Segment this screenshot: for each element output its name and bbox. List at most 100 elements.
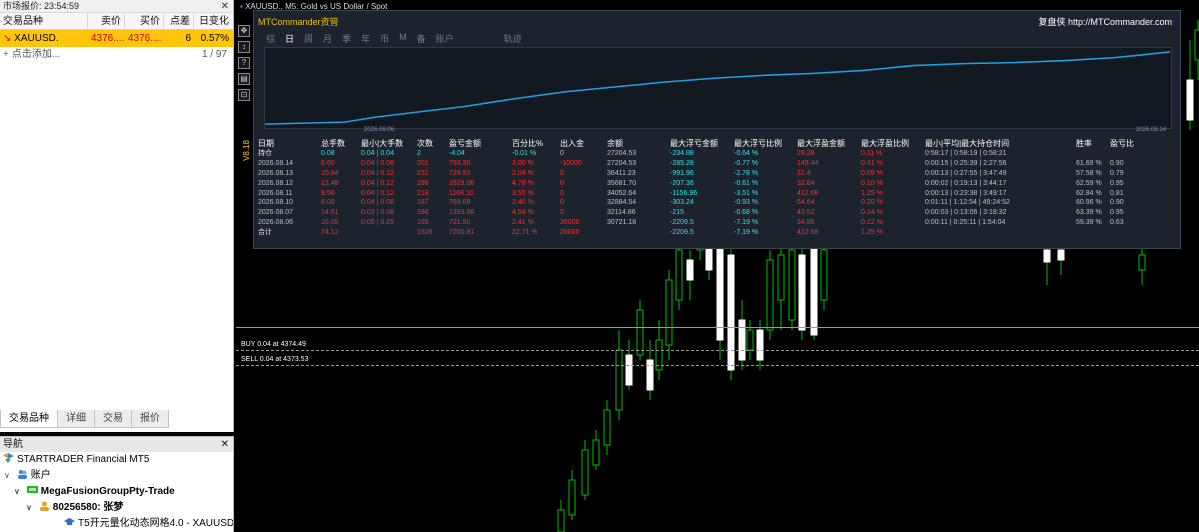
tab-trading[interactable]: 交易 — [94, 410, 132, 428]
close-icon[interactable]: ✕ — [221, 437, 229, 452]
tab-week[interactable]: 周 — [304, 32, 313, 45]
stats-row[interactable]: 2026.08.13 10.84 0.04 | 0.12 231 729.53 2.04 … — [258, 169, 1135, 179]
mtcommander-panel: MTCommander资管 复盘侠 http://MTCommander.com… — [253, 10, 1181, 249]
graduation-cap-icon — [64, 518, 75, 525]
report-icon[interactable]: ▤ — [238, 73, 250, 85]
symbol-row[interactable]: ↘ XAUUSD. 4376.... 4376.... 6 0.57% — [0, 30, 233, 47]
equity-curve-line — [265, 51, 1171, 125]
tab-account[interactable]: 账户 — [436, 32, 454, 45]
resize-icon[interactable]: ↕ — [238, 41, 250, 53]
stats-cell: 0:01:11 | 1:12:54 | 49:24:52 — [925, 199, 1010, 207]
candle-body — [557, 509, 565, 532]
col-spread[interactable]: 点差 — [164, 13, 194, 29]
nav-accounts[interactable]: ∨ 账户 — [0, 468, 233, 484]
candle-body — [665, 279, 673, 346]
market-watch-header: 交易品种 卖价 买价 点差 日变化 — [0, 13, 233, 30]
market-watch-time: 市场报价: 23:54:59 — [3, 1, 80, 11]
chart-window-icon: ▪ — [240, 2, 243, 11]
screenshot-icon[interactable]: ⊡ — [238, 89, 250, 101]
tab-day[interactable]: 日 — [285, 32, 294, 45]
stats-cell: 2 — [417, 149, 421, 157]
col-ask[interactable]: 买价 — [125, 13, 164, 29]
tab-magic[interactable]: M — [399, 32, 407, 45]
move-icon[interactable]: ✥ — [238, 25, 250, 37]
stats-cell: 1.25 % — [861, 229, 883, 237]
nav-account[interactable]: ∨ 80256580: 张梦 — [0, 500, 233, 516]
stats-row[interactable]: 2026.08.07 14.61 0.03 | 0.08 336 1393.68 4.54… — [258, 208, 1135, 218]
stats-header-cell: 盈亏比 — [1110, 139, 1134, 148]
sell-order-line[interactable] — [236, 365, 1199, 366]
stats-cell: 63.39 % — [1076, 209, 1102, 217]
candle-body — [1138, 254, 1146, 271]
stats-row[interactable]: 2026.08.12 12.48 0.04 | 0.12 286 1629.06 4.78… — [258, 179, 1135, 189]
stats-cell: -0.68 % — [734, 209, 759, 217]
tab-trace[interactable]: 轨迹 — [504, 32, 522, 45]
tab-note[interactable]: 备 — [417, 32, 426, 45]
stats-row[interactable]: 合计 74.12 1626 7200.81 22.71 % 20000 -2209.5 -7.… — [258, 228, 1135, 238]
stats-cell: 27204.53 — [607, 159, 637, 167]
help-icon[interactable]: ? — [238, 57, 250, 69]
candle-body — [716, 239, 724, 341]
stats-cell: 43.52 — [797, 209, 815, 217]
nav-broker[interactable]: STARTRADER Financial MT5 — [0, 452, 233, 468]
stats-cell: 2026.08.13 — [258, 169, 294, 177]
candle-body — [603, 409, 611, 446]
stats-header-cell: 最大浮盈金额 — [797, 139, 845, 148]
nav-server[interactable]: ∨ MegaFusionGroupPty-Trade — [0, 484, 233, 500]
stats-cell: 30000 — [560, 219, 580, 227]
stats-cell: 0.04 | 0.08 — [361, 199, 394, 207]
stats-cell: 0.95 — [1110, 179, 1124, 187]
tab-ticks[interactable]: 报价 — [131, 410, 169, 428]
stats-cell: -234.88 — [670, 149, 694, 157]
price-chart[interactable]: BUY 0.04 at 4374.49 SELL 0.04 at 4373.53… — [236, 0, 1199, 532]
panel-link[interactable]: 复盘侠 http://MTCommander.com — [1038, 15, 1172, 28]
tab-details[interactable]: 详细 — [57, 410, 95, 428]
stats-header-cell: 出入金 — [560, 139, 584, 148]
stats-cell: 1629.06 — [449, 179, 475, 187]
stats-row[interactable]: 持仓 0.08 0.04 | 0.04 2 -4.04 -0.01 % 0 27204.53 -… — [258, 149, 1135, 159]
stats-cell: -215 — [670, 209, 685, 217]
tab-month[interactable]: 月 — [323, 32, 332, 45]
stats-cell: 合计 — [258, 229, 272, 237]
tab-summary[interactable]: 综 — [266, 32, 275, 45]
nav-expert-advisor[interactable]: T5开元量化动态网格4.0 - XAUUSD — [0, 516, 233, 532]
stats-cell — [607, 228, 670, 238]
stats-cell: 0.79 — [1110, 169, 1124, 177]
col-daily-change[interactable]: 日变化 — [194, 13, 232, 29]
candle-body — [727, 254, 735, 371]
stats-cell: 34.95 — [797, 219, 815, 227]
stats-row[interactable]: 2026.08.10 8.00 0.04 | 0.08 187 769.68 2.40 %… — [258, 198, 1135, 208]
stats-cell — [925, 228, 1076, 238]
stats-cell: -0.01 % — [512, 149, 537, 157]
add-symbol-row[interactable]: + 点击添加... 1 / 97 — [0, 47, 233, 63]
buy-order-label: BUY 0.04 at 4374.49 — [241, 341, 306, 348]
price-line — [236, 327, 1199, 328]
stats-cell: 0.04 | 0.12 — [361, 169, 394, 177]
stats-cell — [361, 228, 417, 238]
stats-row[interactable]: 2026.08.06 10.05 0.05 | 0.25 165 721.50 2.41 … — [258, 218, 1135, 228]
stats-cell: 201 — [417, 159, 429, 167]
buy-order-line[interactable] — [236, 350, 1199, 351]
stats-cell: 0.12 % — [861, 219, 883, 227]
stats-row[interactable]: 2026.08.14 8.60 0.04 | 0.08 201 793.30 3.00 %… — [258, 159, 1135, 169]
stats-cell: 2026.08.10 — [258, 199, 294, 207]
stats-cell: -991.96 — [670, 169, 694, 177]
market-watch-title: 市场报价: 23:54:59 ✕ — [0, 0, 233, 13]
stats-cell: -2209.5 — [670, 229, 694, 237]
terminal-window: 市场报价: 23:54:59 ✕ 交易品种 卖价 买价 点差 日变化 ↘ XAU… — [0, 0, 1199, 532]
tab-symbols[interactable]: 交易品种 — [0, 410, 58, 428]
col-bid[interactable]: 卖价 — [88, 13, 125, 29]
close-icon[interactable]: ✕ — [221, 0, 229, 13]
tab-currency[interactable]: 币 — [380, 32, 389, 45]
stats-cell: 0 — [560, 149, 564, 157]
stats-row[interactable]: 2026.08.11 9.56 0.04 | 0.12 218 1168.10 3.55 … — [258, 189, 1135, 199]
stats-cell: -10000 — [560, 159, 582, 167]
daily-stats-table: 日期 总手数 最小|大手数 次数 盈亏金额 百分比% 出入金 余额 最大浮亏金额 最大浮亏比例 最大… — [258, 139, 1135, 238]
accounts-icon — [17, 470, 27, 479]
tab-year[interactable]: 年 — [361, 32, 370, 45]
candle-body — [756, 329, 764, 361]
tab-quarter[interactable]: 季 — [342, 32, 351, 45]
navigator-panel: 导航 ✕ STARTRADER Financial MT5 ∨ 账户 ∨ Meg… — [0, 436, 234, 532]
stats-cell: 35681.70 — [607, 179, 637, 187]
col-symbol[interactable]: 交易品种 — [0, 13, 88, 29]
